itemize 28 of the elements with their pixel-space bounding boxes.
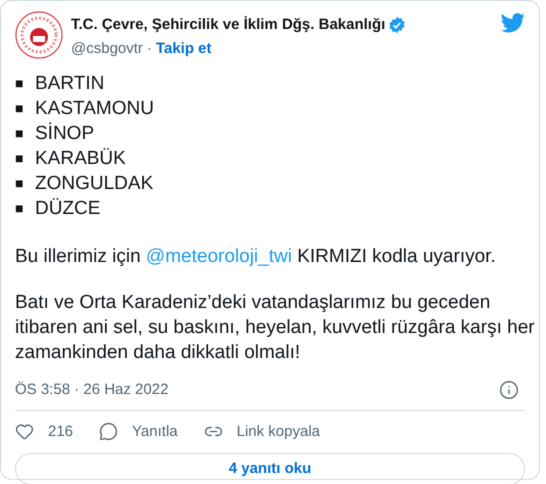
tweet-sentence: Bu illerimiz için @meteoroloji_twi KIRMIZI kodla uyarıyor.	[15, 245, 497, 269]
author-name[interactable]: T.C. Çevre, Şehircilik ve İklim Dğş. Bakanlığı	[71, 14, 386, 36]
heart-icon	[15, 422, 34, 442]
follow-link[interactable]: Takip et	[156, 38, 212, 60]
tweet-timestamp[interactable]: ÖS 3:58 · 26 Haz 2022	[15, 379, 168, 402]
like-button[interactable]: 216	[15, 420, 74, 443]
bullet-mark: ■	[15, 74, 24, 93]
province-name: BARTIN	[35, 72, 104, 96]
link-button[interactable]: Link kopyala	[204, 420, 320, 443]
province-name: SİNOP	[35, 122, 94, 146]
speech-bubble-icon	[99, 422, 118, 442]
bullet-mark: ■	[15, 99, 24, 118]
province-name: DÜZCE	[35, 197, 100, 221]
read-replies-button[interactable]: 4 yanıtı oku	[15, 453, 525, 484]
bullet-mark: ■	[15, 124, 24, 143]
tweet-paragraph: Batı ve Orta Karadeniz’deki vatandaşlarımız bu geceden itibaren ani sel, su baskını, heyelan, kuvvetli rüzgâra karşı her zamankinden daha dikkatli olmalı!	[15, 291, 535, 365]
province-name: KARABÜK	[35, 147, 126, 171]
bullet-mark: ■	[15, 199, 24, 218]
emblem-icon	[15, 11, 63, 59]
separator-dot: ·	[146, 38, 152, 58]
province-name: ZONGULDAK	[35, 172, 154, 196]
bird-logo-icon[interactable]	[501, 13, 525, 33]
author-handle[interactable]: @csbgovtr	[71, 38, 143, 60]
bullet-mark: ■	[15, 149, 24, 168]
info-icon[interactable]	[499, 380, 519, 400]
bullet-mark: ■	[15, 174, 24, 193]
reply-button[interactable]: Yanıtla	[99, 420, 178, 443]
province-name: KASTAMONU	[35, 97, 154, 121]
